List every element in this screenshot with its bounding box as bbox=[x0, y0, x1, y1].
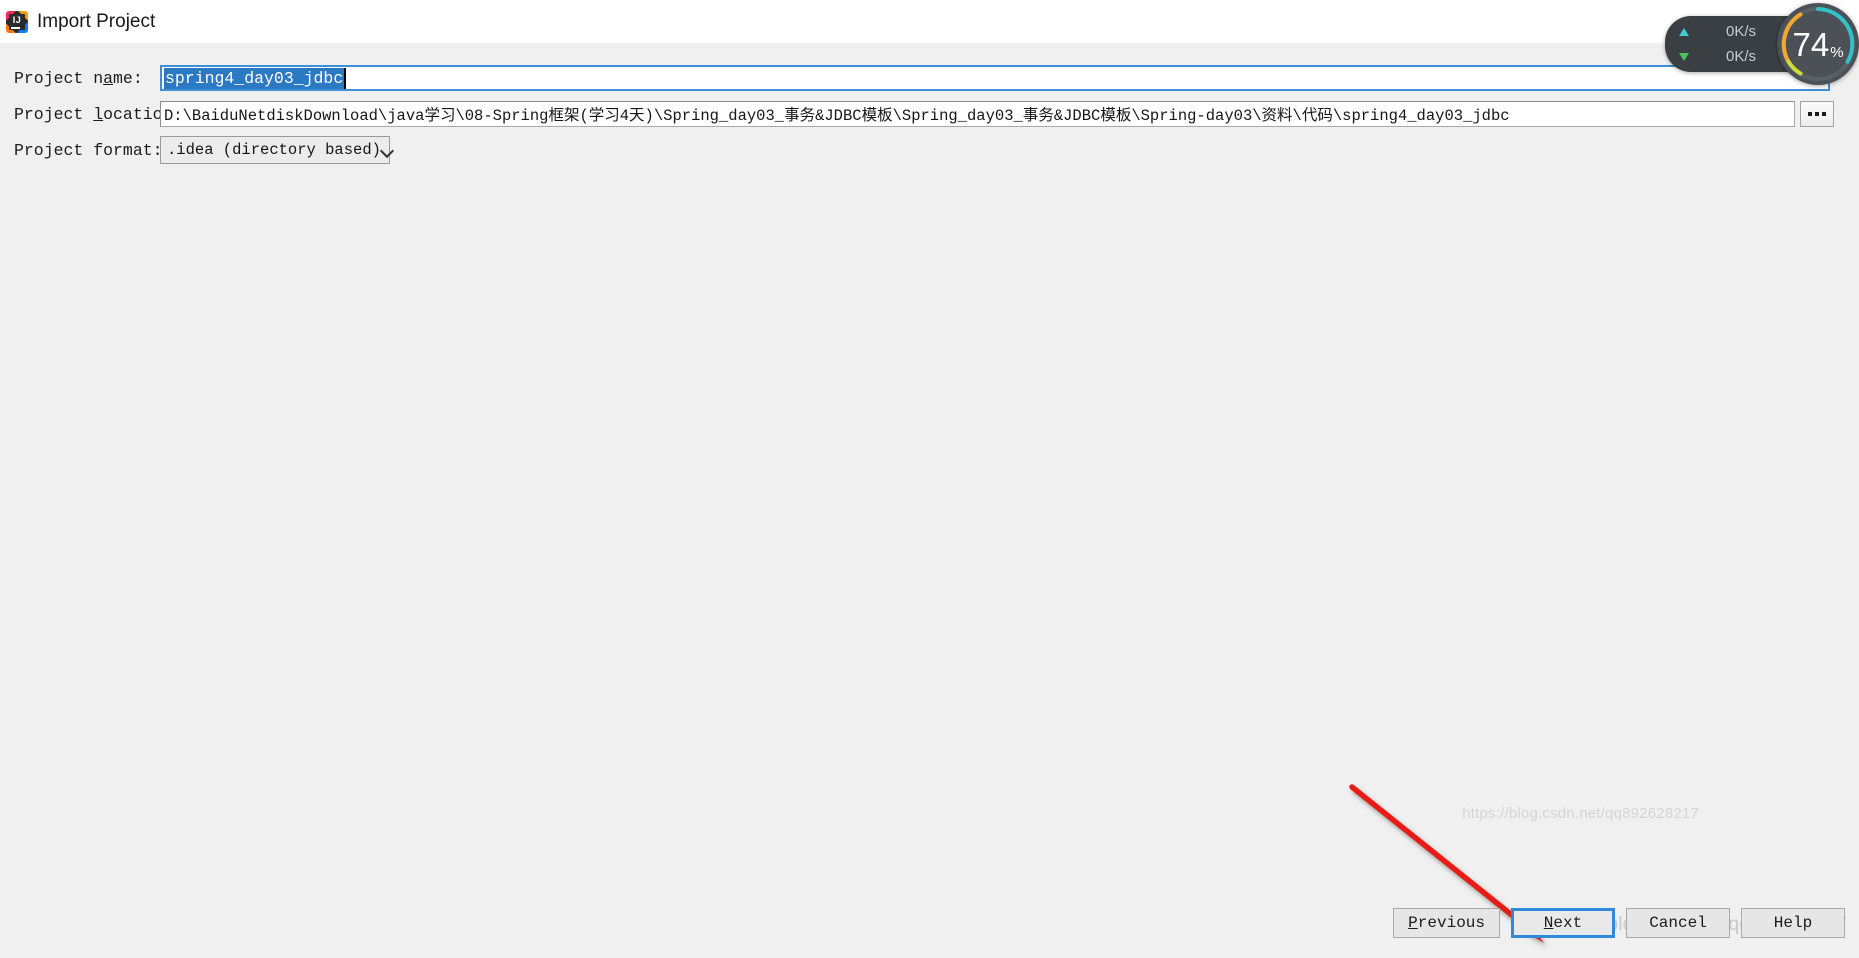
cpu-usage-label: 74 % bbox=[1777, 3, 1859, 85]
ellipsis-dot-icon bbox=[1815, 112, 1819, 116]
project-location-value: D:\BaiduNetdiskDownload\java学习\08-Spring… bbox=[164, 107, 1510, 125]
page-title: Import Project bbox=[37, 10, 156, 32]
project-location-row: Project location: D:\BaiduNetdiskDownloa… bbox=[14, 99, 1859, 129]
download-arrow-icon bbox=[1679, 52, 1689, 61]
browse-folder-button[interactable] bbox=[1800, 101, 1834, 127]
cpu-usage-gauge[interactable]: 74 % bbox=[1777, 3, 1859, 85]
project-format-select[interactable]: .idea (directory based) bbox=[160, 136, 390, 164]
system-monitor-overlay[interactable]: 0K/s 0K/s 74 % bbox=[1665, 3, 1859, 85]
dialog-content: Project name: spring4_day03_jdbc Project… bbox=[0, 43, 1859, 950]
upload-arrow-icon bbox=[1679, 27, 1689, 36]
dialog-button-bar: Previous Next Cancel Help bbox=[1393, 908, 1845, 938]
help-button[interactable]: Help bbox=[1741, 908, 1845, 938]
project-format-value: .idea (directory based) bbox=[167, 141, 381, 159]
watermark-top: https://blog.csdn.net/qq892628217 bbox=[1462, 805, 1699, 822]
project-format-label: Project format: bbox=[14, 140, 163, 160]
project-format-row: Project format: .idea (directory based) bbox=[14, 135, 714, 165]
ellipsis-dot-icon bbox=[1808, 112, 1812, 116]
text-caret bbox=[344, 67, 347, 89]
upload-speed-value: 0K/s bbox=[1725, 23, 1756, 40]
project-name-row: Project name: spring4_day03_jdbc bbox=[14, 63, 1834, 93]
cpu-usage-unit: % bbox=[1830, 44, 1844, 61]
download-speed-value: 0K/s bbox=[1725, 48, 1756, 65]
window-title-bar: IJ Import Project bbox=[0, 0, 1859, 43]
chevron-down-icon bbox=[381, 146, 394, 154]
project-location-input[interactable]: D:\BaiduNetdiskDownload\java学习\08-Spring… bbox=[160, 101, 1795, 127]
next-button[interactable]: Next bbox=[1511, 908, 1615, 938]
project-name-input[interactable]: spring4_day03_jdbc bbox=[160, 65, 1830, 91]
cpu-usage-value: 74 bbox=[1792, 25, 1830, 63]
intellij-idea-icon: IJ bbox=[6, 10, 28, 33]
previous-button[interactable]: Previous bbox=[1393, 908, 1500, 938]
project-location-label: Project location: bbox=[14, 104, 183, 124]
ellipsis-dot-icon bbox=[1822, 112, 1826, 116]
project-name-value: spring4_day03_jdbc bbox=[164, 67, 345, 89]
project-name-label: Project name: bbox=[14, 68, 143, 88]
cancel-button[interactable]: Cancel bbox=[1626, 908, 1730, 938]
